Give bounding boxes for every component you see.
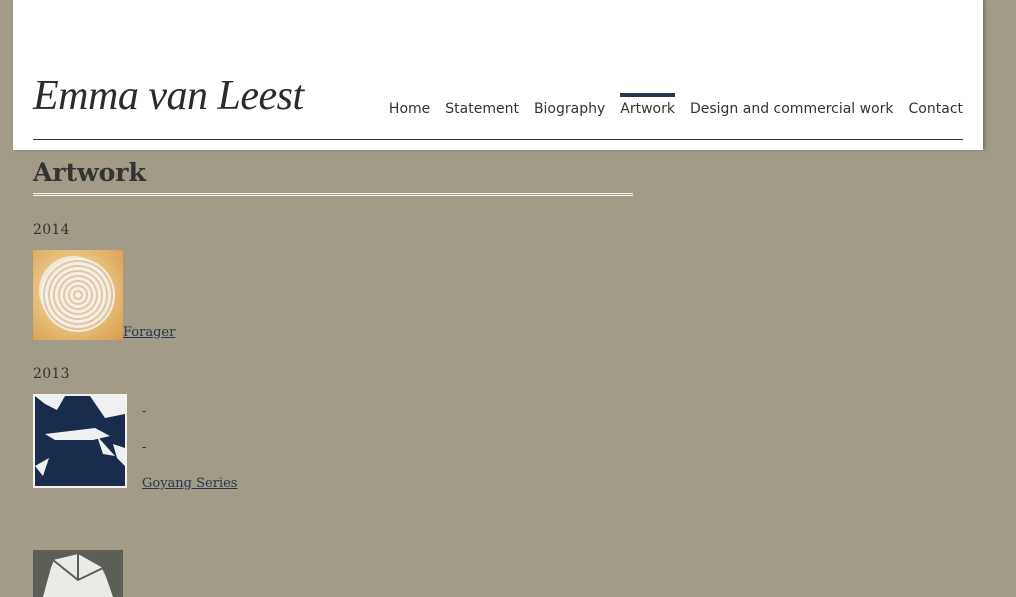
nav-item-contact[interactable]: Contact [909, 93, 963, 117]
artwork-entry-goyang: - - Goyang Series [33, 394, 633, 502]
detail-line-2: - [142, 440, 147, 455]
goyang-artwork-image [35, 396, 125, 476]
nav-item-home[interactable]: Home [389, 93, 430, 117]
nav-item-biography[interactable]: Biography [534, 93, 605, 117]
artwork-entry-forager: Forager [33, 250, 633, 340]
lace-pattern [41, 258, 115, 332]
header-divider [33, 139, 963, 140]
nav-item-artwork[interactable]: Artwork [620, 93, 675, 117]
detail-line-1: - [142, 404, 147, 419]
goyang-thumbnail[interactable] [33, 394, 127, 488]
goyang-details: - - Goyang Series [142, 394, 237, 502]
goyang-series-link[interactable]: Goyang Series [142, 476, 237, 491]
forager-link[interactable]: Forager [123, 325, 175, 340]
site-header: Emma van Leest Home Statement Biography … [13, 0, 983, 150]
page-title: Artwork [33, 158, 633, 196]
year-heading-2014: 2014 [33, 222, 70, 238]
nav-item-statement[interactable]: Statement [445, 93, 519, 117]
main-content: Artwork 2014 Forager 2013 - - Goyang Ser… [33, 150, 633, 597]
year-heading-2013: 2013 [33, 366, 70, 382]
third-artwork-image [42, 554, 114, 597]
site-title[interactable]: Emma van Leest [33, 72, 304, 120]
goyang-link-row: Goyang Series [142, 466, 237, 502]
forager-thumbnail[interactable] [33, 250, 123, 340]
artwork-thumbnail-third[interactable] [33, 550, 123, 597]
main-nav: Home Statement Biography Artwork Design … [389, 93, 963, 117]
nav-item-design-commercial[interactable]: Design and commercial work [690, 93, 894, 117]
